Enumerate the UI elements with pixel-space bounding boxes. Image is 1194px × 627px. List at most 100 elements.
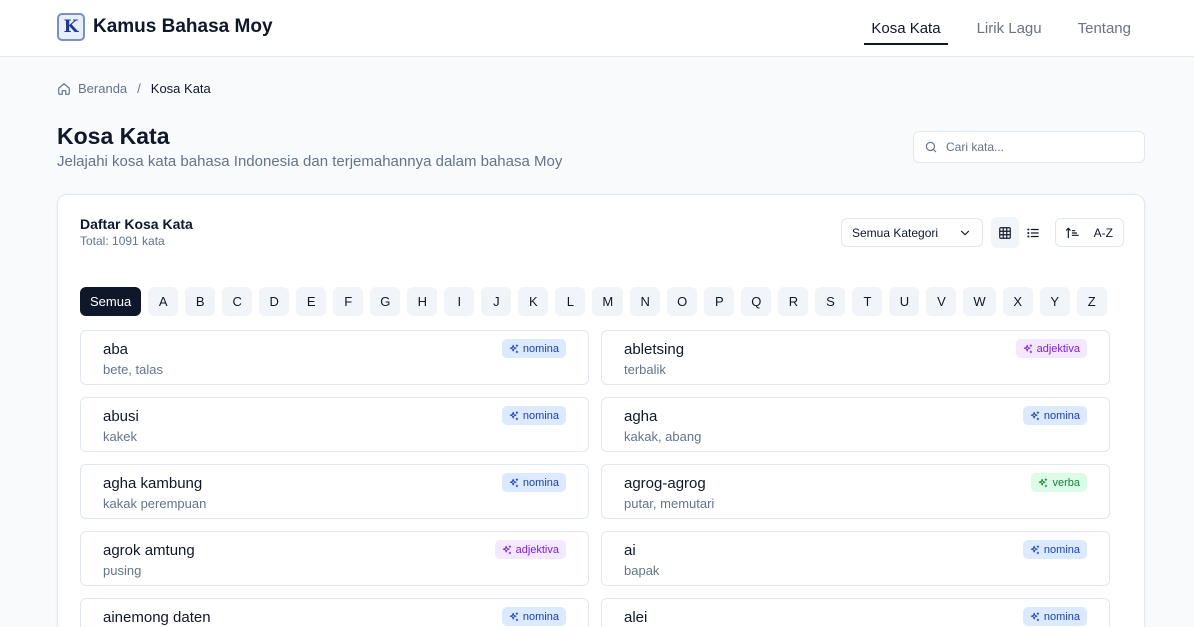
letter-filter-a[interactable]: A bbox=[148, 287, 179, 316]
word-card[interactable]: agrok amtung pusing adjektiva bbox=[80, 531, 589, 586]
category-badge: nomina bbox=[501, 406, 566, 425]
grid-view-button[interactable] bbox=[991, 217, 1019, 248]
letter-filter-q[interactable]: Q bbox=[741, 287, 772, 316]
category-select[interactable]: Semua Kategori bbox=[841, 218, 983, 247]
letter-filter-g[interactable]: G bbox=[370, 287, 401, 316]
letter-filter-m[interactable]: M bbox=[592, 287, 624, 316]
brand-logo: K bbox=[57, 13, 85, 41]
top-navbar: K Kamus Bahasa Moy Kosa Kata Lirik Lagu … bbox=[0, 0, 1194, 57]
sparkle-icon bbox=[509, 410, 519, 420]
sort-label: A-Z bbox=[1093, 225, 1113, 240]
word-translation: bapak bbox=[624, 563, 660, 578]
category-badge-label: nomina bbox=[1043, 610, 1080, 623]
letter-filter-n[interactable]: N bbox=[630, 287, 661, 316]
category-select-value: Semua Kategori bbox=[852, 225, 939, 240]
sparkle-icon bbox=[1039, 477, 1048, 487]
word-count: Total: 1091 kata bbox=[80, 234, 165, 248]
word-term: aba bbox=[103, 341, 129, 358]
letter-filter-v[interactable]: V bbox=[926, 287, 957, 316]
letter-filter-e[interactable]: E bbox=[296, 287, 327, 316]
letter-filter-k[interactable]: K bbox=[518, 287, 549, 316]
brand-name: Kamus Bahasa Moy bbox=[93, 16, 273, 37]
word-card[interactable]: agha kakak, abang nomina bbox=[601, 397, 1110, 452]
category-badge: nomina bbox=[501, 339, 566, 358]
page-subtitle: Jelajahi kosa kata bahasa Indonesia dan … bbox=[57, 153, 563, 170]
word-card[interactable]: ai bapak nomina bbox=[601, 531, 1110, 586]
nav-lirik-lagu[interactable]: Lirik Lagu bbox=[970, 12, 1049, 45]
word-card[interactable]: agrog-agrog putar, memutari verba bbox=[601, 464, 1110, 519]
word-grid: aba bete, talas nomina abletsing terbalik adj… bbox=[80, 330, 1110, 627]
letter-filter-b[interactable]: B bbox=[185, 287, 216, 316]
breadcrumb-home[interactable]: Beranda bbox=[57, 81, 127, 96]
sparkle-icon bbox=[502, 544, 511, 554]
word-translation: kakak, abang bbox=[624, 429, 702, 444]
category-badge: nomina bbox=[1022, 540, 1087, 559]
letter-filter-c[interactable]: C bbox=[222, 287, 253, 316]
letter-filter-f[interactable]: F bbox=[333, 287, 364, 316]
category-badge-label: nomina bbox=[1043, 409, 1080, 422]
category-badge: adjektiva bbox=[494, 540, 566, 559]
word-term: alei bbox=[624, 609, 648, 626]
category-badge-label: nomina bbox=[522, 342, 559, 355]
category-badge: adjektiva bbox=[1015, 339, 1087, 358]
letter-filter-l[interactable]: L bbox=[555, 287, 586, 316]
word-card[interactable]: abusi kakek nomina bbox=[80, 397, 589, 452]
search-box[interactable] bbox=[913, 131, 1145, 163]
sort-ascending-icon bbox=[1066, 227, 1079, 238]
category-badge: nomina bbox=[501, 473, 566, 492]
word-card[interactable]: alei nomina bbox=[601, 598, 1110, 627]
word-translation: kakak perempuan bbox=[103, 496, 207, 511]
word-card[interactable]: aba bete, talas nomina bbox=[80, 330, 589, 385]
category-badge-label: adjektiva bbox=[515, 543, 559, 556]
sparkle-icon bbox=[1030, 611, 1040, 621]
chevron-down-icon bbox=[960, 230, 970, 235]
category-badge: nomina bbox=[501, 607, 566, 626]
category-badge-label: nomina bbox=[522, 476, 559, 489]
letter-filter-i[interactable]: I bbox=[444, 287, 475, 316]
letter-filter-t[interactable]: T bbox=[852, 287, 883, 316]
letter-filter-j[interactable]: J bbox=[481, 287, 512, 316]
letter-filter-z[interactable]: Z bbox=[1076, 287, 1107, 316]
sort-button[interactable]: A-Z bbox=[1055, 218, 1124, 247]
category-badge: nomina bbox=[1022, 607, 1087, 626]
word-term: ainemong daten bbox=[103, 609, 211, 626]
letter-filter-y[interactable]: Y bbox=[1039, 287, 1070, 316]
letter-filter-d[interactable]: D bbox=[259, 287, 290, 316]
category-badge-label: adjektiva bbox=[1036, 342, 1080, 355]
search-input[interactable] bbox=[946, 140, 1136, 154]
word-term: agha kambung bbox=[103, 475, 203, 492]
breadcrumb-home-label: Beranda bbox=[78, 81, 128, 96]
category-badge-label: nomina bbox=[522, 409, 559, 422]
word-card[interactable]: agha kambung kakak perempuan nomina bbox=[80, 464, 589, 519]
letter-filter-r[interactable]: R bbox=[778, 287, 809, 316]
word-card[interactable]: abletsing terbalik adjektiva bbox=[601, 330, 1110, 385]
letter-filter-w[interactable]: W bbox=[963, 287, 996, 316]
letter-filter-s[interactable]: S bbox=[815, 287, 846, 316]
word-card[interactable]: ainemong daten nomina bbox=[80, 598, 589, 627]
brand[interactable]: K Kamus Bahasa Moy bbox=[57, 13, 273, 41]
word-term: ai bbox=[624, 542, 636, 559]
category-badge-label: nomina bbox=[1043, 543, 1080, 556]
word-term: abusi bbox=[103, 408, 139, 425]
sparkle-icon bbox=[509, 611, 519, 621]
list-icon bbox=[1027, 227, 1039, 238]
letter-filter-all[interactable]: Semua bbox=[80, 287, 142, 316]
letter-filter-u[interactable]: U bbox=[889, 287, 920, 316]
word-translation: bete, talas bbox=[103, 362, 163, 377]
sparkle-icon bbox=[509, 343, 519, 353]
letter-filter-x[interactable]: X bbox=[1002, 287, 1033, 316]
letter-filter-p[interactable]: P bbox=[704, 287, 735, 316]
search-icon bbox=[925, 141, 937, 153]
home-icon bbox=[58, 82, 70, 95]
word-translation: putar, memutari bbox=[624, 496, 715, 511]
word-term: agrok amtung bbox=[103, 542, 195, 559]
list-view-button[interactable] bbox=[1019, 217, 1047, 248]
category-badge-label: nomina bbox=[522, 610, 559, 623]
letter-filter-o[interactable]: O bbox=[667, 287, 698, 316]
nav-tentang[interactable]: Tentang bbox=[1071, 12, 1138, 45]
word-term: agha bbox=[624, 408, 658, 425]
main-nav: Kosa Kata Lirik Lagu Tentang bbox=[842, 0, 1138, 57]
letter-filter-h[interactable]: H bbox=[407, 287, 438, 316]
sparkle-icon bbox=[509, 477, 519, 487]
nav-kosa-kata[interactable]: Kosa Kata bbox=[864, 12, 948, 45]
